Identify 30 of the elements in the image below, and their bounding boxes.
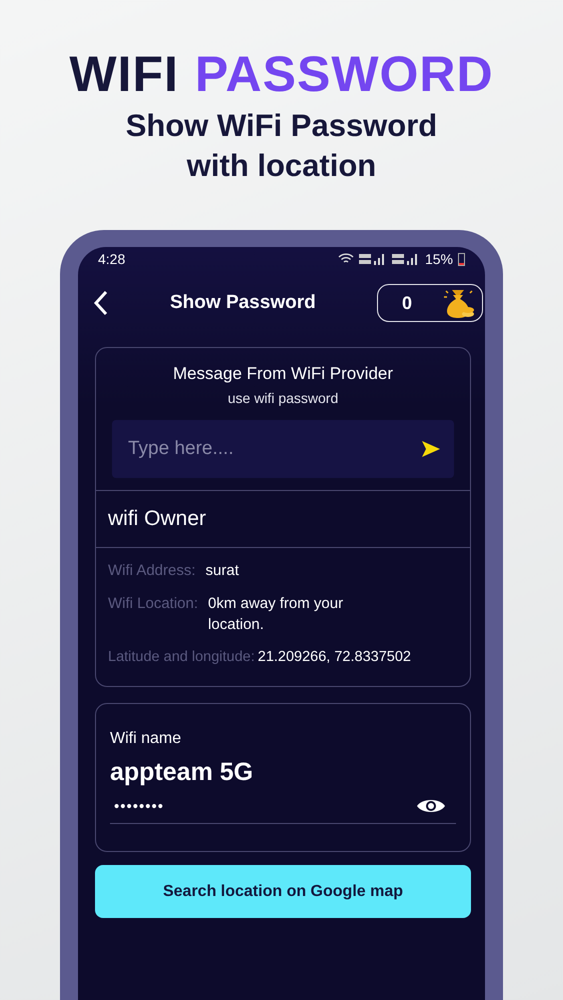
owner-heading: wifi Owner xyxy=(96,490,470,548)
message-field[interactable]: Type here.... xyxy=(112,420,454,478)
search-map-button[interactable]: Search location on Google map xyxy=(95,865,471,918)
wifi-name: appteam 5G xyxy=(110,758,254,787)
headline-word: WIFI xyxy=(69,45,179,104)
subtitle-line: with location xyxy=(186,147,376,185)
battery-percent: 15% xyxy=(424,251,453,267)
signal-icon xyxy=(358,253,387,265)
wifi-name-label: Wifi name xyxy=(110,730,182,748)
detail-value: 21.209266, 72.8337502 xyxy=(258,648,411,667)
wifi-icon xyxy=(338,253,354,265)
eye-icon[interactable] xyxy=(416,797,446,815)
signal-icon xyxy=(392,253,420,265)
card-subtitle: use wifi password xyxy=(226,390,340,406)
detail-label: Wifi Location: xyxy=(108,594,198,614)
detail-value: surat xyxy=(206,561,239,581)
detail-label: Wifi Address: xyxy=(108,561,196,581)
battery-icon xyxy=(458,252,465,266)
subtitle-line: Show WiFi Password xyxy=(126,107,438,145)
money-bag-icon xyxy=(442,287,476,319)
password-field[interactable]: •••••••• xyxy=(114,798,164,814)
detail-value: 0km away from your location. xyxy=(208,594,344,635)
screen-title: Show Password xyxy=(170,292,317,314)
headline-word: PASSWORD xyxy=(194,45,494,104)
send-icon[interactable] xyxy=(422,441,440,457)
coin-counter[interactable]: 0 xyxy=(377,284,483,322)
coin-count: 0 xyxy=(402,292,412,314)
status-time: 4:28 xyxy=(98,251,126,267)
detail-label: Latitude and longitude: xyxy=(108,648,255,667)
card-title: Message From WiFi Provider xyxy=(172,364,394,384)
